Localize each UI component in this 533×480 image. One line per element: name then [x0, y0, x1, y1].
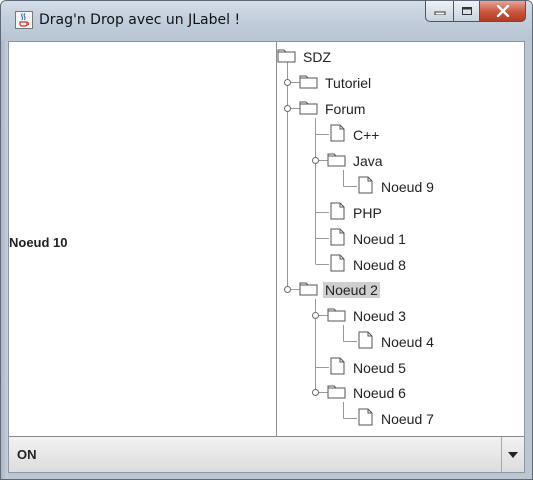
tree-node-label: Noeud 5: [353, 360, 406, 376]
content-pane: Noeud 10 SDZ Tutoriel Forum C++ Java Noe…: [8, 41, 525, 473]
tree-node[interactable]: Tutoriel: [299, 72, 373, 94]
tree-view[interactable]: SDZ Tutoriel Forum C++ Java Noeud 9 PHP Noeud 1…: [277, 42, 524, 436]
tree-node[interactable]: Noeud 2: [299, 279, 380, 301]
tree-node-label: PHP: [353, 205, 382, 221]
combobox-arrow-button[interactable]: [501, 437, 524, 472]
tree-node-label: Noeud 8: [353, 257, 406, 273]
file-icon: [355, 408, 375, 428]
file-icon: [327, 357, 347, 377]
file-icon: [355, 331, 375, 351]
tree-node[interactable]: Noeud 9: [355, 176, 436, 198]
folder-icon: [299, 281, 319, 299]
app-window: Drag'n Drop avec un JLabel ! Noeud 10 SD…: [0, 0, 533, 480]
tree-node-label: Java: [353, 153, 383, 169]
tree-node[interactable]: Forum: [299, 98, 367, 120]
tree-node-label: Noeud 4: [381, 334, 434, 350]
minimize-button[interactable]: [425, 1, 454, 22]
tree-node[interactable]: Noeud 8: [327, 254, 408, 276]
java-cup-icon: [15, 11, 33, 29]
tree-node[interactable]: Noeud 4: [355, 331, 436, 353]
tree-node-label: SDZ: [303, 49, 331, 65]
tree-node-label: Tutoriel: [325, 75, 372, 91]
folder-icon: [327, 307, 347, 325]
window-controls: [425, 1, 526, 23]
tree-node[interactable]: Noeud 5: [327, 357, 408, 379]
tree-node-label: Noeud 6: [353, 385, 406, 401]
title-bar[interactable]: Drag'n Drop avec un JLabel !: [1, 1, 532, 41]
file-icon: [327, 124, 347, 144]
tree-node[interactable]: SDZ: [277, 46, 333, 68]
tree-node-label: Noeud 7: [381, 411, 434, 427]
tree-node-label: Noeud 2: [323, 282, 380, 298]
folder-icon: [299, 74, 319, 92]
tree-node[interactable]: Noeud 1: [327, 228, 408, 250]
tree-node[interactable]: Java: [327, 150, 385, 172]
state-combobox[interactable]: ON: [9, 436, 524, 472]
tree-node[interactable]: PHP: [327, 202, 384, 224]
dropped-node-label: Noeud 10: [9, 235, 68, 250]
folder-icon: [277, 48, 297, 66]
minimize-icon: [434, 11, 445, 15]
file-icon: [327, 228, 347, 248]
file-icon: [355, 176, 375, 196]
tree-node[interactable]: Noeud 7: [355, 408, 436, 430]
maximize-button[interactable]: [454, 1, 480, 22]
tree-node[interactable]: Noeud 3: [327, 305, 408, 327]
folder-icon: [299, 100, 319, 118]
chevron-down-icon: [508, 451, 518, 458]
folder-icon: [327, 152, 347, 170]
drop-label-panel[interactable]: Noeud 10: [9, 42, 276, 436]
file-icon: [327, 202, 347, 222]
tree-node[interactable]: Noeud 6: [327, 382, 408, 404]
tree-node[interactable]: C++: [327, 124, 381, 146]
window-frame: [1, 41, 8, 479]
tree-node-label: Forum: [325, 101, 366, 117]
folder-icon: [327, 384, 347, 402]
window-title: Drag'n Drop avec un JLabel !: [39, 12, 241, 28]
tree-node-label: Noeud 9: [381, 179, 434, 195]
close-icon: [496, 5, 509, 17]
close-button[interactable]: [480, 1, 526, 22]
maximize-icon: [461, 7, 472, 15]
tree-node-label: C++: [353, 127, 380, 143]
tree-node-label: Noeud 3: [353, 308, 406, 324]
tree-node-label: Noeud 1: [353, 231, 406, 247]
combobox-value: ON: [17, 447, 37, 462]
file-icon: [327, 254, 347, 274]
